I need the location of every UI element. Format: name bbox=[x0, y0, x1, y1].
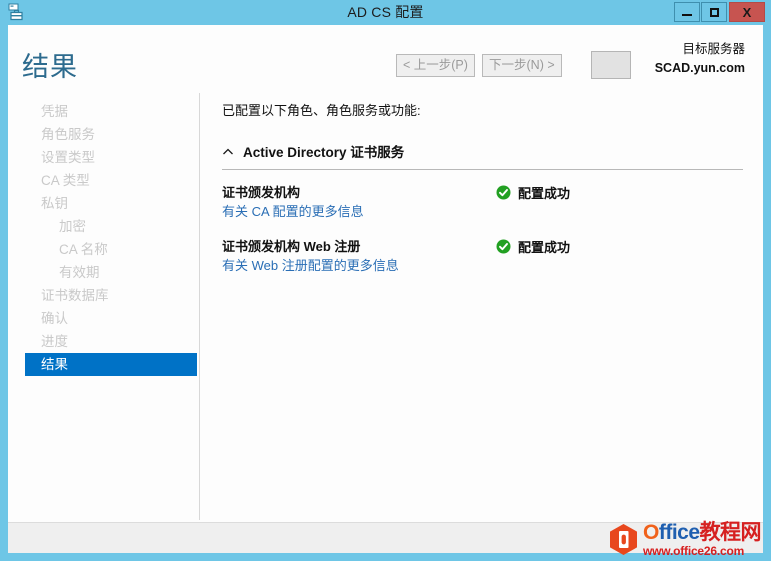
result-status: 配置成功 bbox=[496, 237, 570, 256]
result-row: 证书颁发机构 Web 注册 有关 Web 注册配置的更多信息 配置成功 bbox=[222, 237, 754, 275]
result-name: 证书颁发机构 Web 注册 bbox=[222, 239, 361, 254]
page-title: 结果 bbox=[22, 52, 78, 82]
footer-placeholder-box bbox=[591, 51, 631, 79]
result-row: 证书颁发机构 有关 CA 配置的更多信息 配置成功 bbox=[222, 183, 754, 221]
sidebar-item-progress[interactable]: 进度 bbox=[25, 330, 199, 353]
target-server-label: 目标服务器 bbox=[682, 42, 745, 56]
result-name: 证书颁发机构 bbox=[222, 185, 301, 200]
status-text: 配置成功 bbox=[518, 186, 571, 201]
client-area: 结果 目标服务器 SCAD.yun.com 凭据 角色服务 设置类型 CA 类型… bbox=[8, 25, 763, 553]
sidebar-item-role-services[interactable]: 角色服务 bbox=[25, 123, 199, 146]
minimize-button[interactable] bbox=[674, 2, 700, 22]
watermark-text: Office教程网 www.office26.com bbox=[643, 521, 762, 558]
page-header: 结果 目标服务器 SCAD.yun.com bbox=[8, 25, 763, 95]
sidebar-item-setup-type[interactable]: 设置类型 bbox=[25, 146, 199, 169]
minimize-icon bbox=[682, 14, 692, 16]
close-icon: X bbox=[742, 4, 752, 20]
role-group-title: Active Directory 证书服务 bbox=[243, 145, 405, 160]
title-bar: AD CS 配置 X bbox=[0, 0, 771, 25]
intro-text: 已配置以下角色、角色服务或功能: bbox=[222, 103, 421, 118]
watermark: Office教程网 www.office26.com bbox=[607, 518, 771, 561]
maximize-button[interactable] bbox=[701, 2, 727, 22]
status-text: 配置成功 bbox=[518, 240, 571, 255]
sidebar-item-cryptography[interactable]: 加密 bbox=[25, 215, 199, 238]
main-content: 已配置以下角色、角色服务或功能: Active Directory 证书服务 证… bbox=[214, 100, 754, 291]
group-divider bbox=[222, 169, 743, 170]
ad-cs-configuration-window: AD CS 配置 X 结果 目标服务器 SCAD.yun.com 凭据 角色服务… bbox=[0, 0, 771, 561]
sidebar-item-credentials[interactable]: 凭据 bbox=[25, 100, 199, 123]
watermark-brand-ffice: ffice bbox=[658, 521, 700, 544]
sidebar-item-ca-type[interactable]: CA 类型 bbox=[25, 169, 199, 192]
next-button[interactable]: 下一步(N) > bbox=[482, 54, 562, 77]
watermark-brand-cn: 教程网 bbox=[699, 521, 762, 544]
watermark-url: www.office26.com bbox=[643, 544, 745, 558]
previous-button[interactable]: < 上一步(P) bbox=[396, 54, 475, 77]
success-check-icon bbox=[496, 239, 511, 254]
window-title: AD CS 配置 bbox=[347, 4, 424, 20]
close-button[interactable]: X bbox=[729, 2, 765, 22]
sidebar-divider bbox=[199, 93, 200, 520]
target-server-name: SCAD.yun.com bbox=[654, 61, 745, 75]
sidebar-item-results[interactable]: 结果 bbox=[25, 353, 197, 376]
target-server-block: 目标服务器 SCAD.yun.com bbox=[655, 40, 745, 78]
sidebar-item-certificate-database[interactable]: 证书数据库 bbox=[25, 284, 199, 307]
success-check-icon bbox=[496, 185, 511, 200]
watermark-title: Office教程网 bbox=[643, 521, 762, 544]
wizard-step-navigation: 凭据 角色服务 设置类型 CA 类型 私钥 加密 CA 名称 有效期 证书数据库… bbox=[8, 100, 199, 520]
chevron-up-icon[interactable] bbox=[222, 145, 234, 157]
result-link[interactable]: 有关 Web 注册配置的更多信息 bbox=[222, 256, 754, 276]
result-link[interactable]: 有关 CA 配置的更多信息 bbox=[222, 202, 754, 222]
sidebar-item-ca-name[interactable]: CA 名称 bbox=[25, 238, 199, 261]
office-logo-icon bbox=[607, 523, 640, 556]
role-group-header[interactable]: Active Directory 证书服务 bbox=[222, 141, 754, 161]
sidebar-item-private-key[interactable]: 私钥 bbox=[25, 192, 199, 215]
watermark-brand-o: O bbox=[643, 521, 659, 544]
result-status: 配置成功 bbox=[496, 183, 570, 202]
sidebar-item-validity-period[interactable]: 有效期 bbox=[25, 261, 199, 284]
sidebar-item-confirmation[interactable]: 确认 bbox=[25, 307, 199, 330]
maximize-icon bbox=[709, 7, 719, 17]
